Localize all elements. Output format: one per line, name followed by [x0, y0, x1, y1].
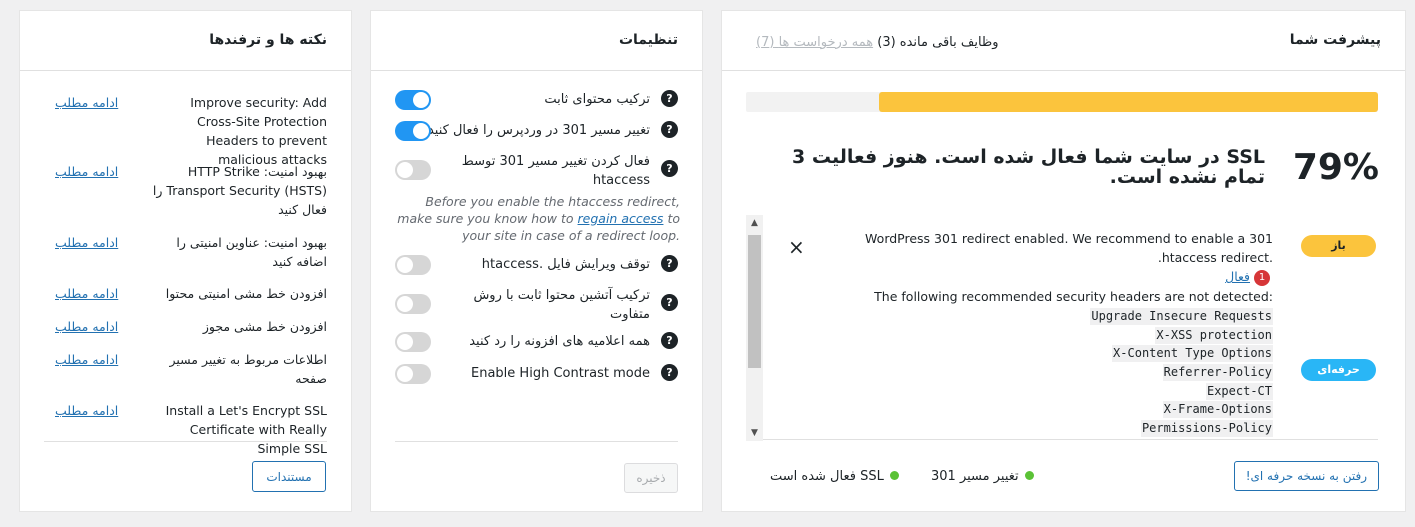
status-badge-open: باز	[1301, 235, 1376, 257]
toggle-htaccess-redirect[interactable]	[395, 160, 431, 180]
tips-card: نکته ها و ترفندها Improve security: Add …	[20, 11, 351, 511]
tip-read-more-link[interactable]: ادامه مطلب	[55, 401, 118, 420]
toggle-high-contrast[interactable]	[395, 364, 431, 384]
header-item: Referrer-Policy	[1162, 364, 1273, 382]
progress-percent: 79%	[1292, 147, 1379, 188]
task-tabs: وظایف باقی مانده (3) همه درخواست ها (7)	[746, 35, 999, 50]
tip-read-more-link[interactable]: ادامه مطلب	[55, 350, 118, 369]
toggle-wp-301-redirect[interactable]	[395, 121, 431, 141]
security-headers-intro: The following recommended security heade…	[874, 289, 1273, 304]
tip-read-more-link[interactable]: ادامه مطلب	[55, 317, 118, 336]
progress-footer-status: تغییر مسیر 301 SSL فعال شده است	[742, 469, 1034, 484]
task-item-security-headers: The following recommended security heade…	[793, 287, 1273, 438]
progress-score-text: SSL در سایت شما فعال شده است. هنوز فعالی…	[792, 146, 1265, 188]
header-item: X-Content Type Options	[1112, 345, 1273, 363]
help-icon[interactable]: ?	[661, 364, 678, 381]
go-pro-button[interactable]: رفتن به نسخه حرفه ای!	[1233, 461, 1379, 491]
tip-read-more-link[interactable]: ادامه مطلب	[55, 93, 118, 112]
notification-count-badge: 1	[1254, 269, 1270, 286]
settings-card: تنظیمات ? ترکیب محتوای ثابت ? تغییر مسیر…	[371, 11, 702, 511]
help-icon[interactable]: ?	[661, 255, 678, 272]
scroll-thumb[interactable]	[748, 235, 761, 368]
header-item: X-Frame-Options	[1162, 401, 1273, 419]
header-item: Upgrade Insecure Requests	[1090, 308, 1273, 325]
header-item: Permissions-Policy	[1140, 420, 1273, 438]
progress-bar-fill	[878, 92, 1378, 112]
help-icon[interactable]: ?	[661, 332, 678, 349]
status-301-redirect: تغییر مسیر 301	[931, 469, 1034, 484]
settings-divider	[395, 441, 678, 442]
documentation-button[interactable]: مستندات	[252, 461, 326, 492]
tip-read-more-link[interactable]: ادامه مطلب	[55, 162, 118, 181]
header-item: Expect-CT	[1205, 382, 1273, 400]
status-ssl-active: SSL فعال شده است	[770, 469, 899, 484]
scroll-down-arrow-icon[interactable]: ▼	[746, 425, 763, 441]
progress-bar	[746, 92, 1378, 112]
header-item: X-XSS protection	[1155, 326, 1273, 344]
setting-stop-htaccess-edit: ? توقف ویرایش فایل .htaccess	[395, 255, 678, 275]
tip-read-more-link[interactable]: ادامه مطلب	[55, 284, 118, 303]
tab-remaining-tasks[interactable]: وظایف باقی مانده (3)	[877, 35, 998, 50]
enable-redirect-link[interactable]: فعال	[1225, 269, 1250, 284]
status-badge-premium: حرفه‌ای	[1301, 359, 1376, 381]
progress-header: پیشرفت شما وظایف باقی مانده (3) همه درخو…	[722, 11, 1405, 71]
help-icon[interactable]: ?	[661, 121, 678, 138]
task-item-redirect: WordPress 301 redirect enabled. We recom…	[865, 231, 1273, 286]
save-button[interactable]: ذخیره	[624, 463, 678, 493]
tab-all-tasks[interactable]: همه درخواست ها (7)	[756, 35, 873, 50]
green-dot-icon	[1024, 471, 1034, 480]
scroll-up-arrow-icon[interactable]: ▲	[746, 215, 763, 231]
setting-high-contrast: ? Enable High Contrast mode	[395, 364, 678, 384]
help-icon[interactable]: ?	[661, 160, 678, 177]
toggle-mixed-content-alt[interactable]	[395, 294, 431, 314]
htaccess-redirect-note: Before you enable the htaccess redirect,…	[397, 194, 680, 243]
progress-card: پیشرفت شما وظایف باقی مانده (3) همه درخو…	[722, 11, 1405, 511]
help-icon[interactable]: ?	[661, 90, 678, 107]
settings-title: تنظیمات	[618, 32, 678, 48]
setting-dismiss-notices: ? همه اعلامیه های افزونه را رد کنید	[395, 332, 678, 352]
task-list: ▲ ▼ باز WordPress 301 redirect enabled. …	[746, 203, 1378, 441]
dismiss-task-close-icon[interactable]: ×	[788, 235, 805, 259]
settings-header: تنظیمات	[371, 11, 702, 71]
setting-htaccess-redirect: ? فعال کردن تغییر مسیر 301 توسط htaccess	[395, 152, 678, 192]
progress-title: پیشرفت شما	[1289, 32, 1381, 48]
setting-mixed-content: ? ترکیب محتوای ثابت	[395, 90, 678, 110]
help-icon[interactable]: ?	[661, 294, 678, 311]
setting-mixed-content-alt: ? ترکیب آتشین محتوا ثابت با روش متفاوت	[395, 286, 678, 326]
regain-access-link[interactable]: regain access	[578, 211, 664, 226]
tips-header: نکته ها و ترفندها	[20, 11, 351, 71]
green-dot-icon	[889, 471, 899, 480]
tips-divider	[44, 441, 327, 442]
toggle-mixed-content[interactable]	[395, 90, 431, 110]
toggle-dismiss-notices[interactable]	[395, 332, 431, 352]
toggle-stop-htaccess-edit[interactable]	[395, 255, 431, 275]
tips-title: نکته ها و ترفندها	[209, 32, 327, 48]
setting-wp-301-redirect: ? تغییر مسیر 301 در وردپرس را فعال کنید	[395, 121, 678, 141]
task-list-scrollbar[interactable]: ▲ ▼	[746, 215, 763, 441]
tip-read-more-link[interactable]: ادامه مطلب	[55, 233, 118, 252]
